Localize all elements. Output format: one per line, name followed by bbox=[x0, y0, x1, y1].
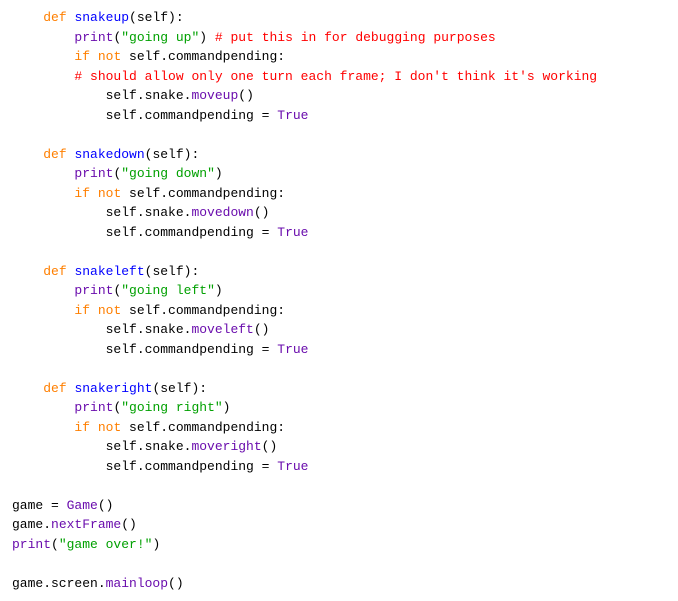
line: game = Game() bbox=[12, 498, 113, 513]
line: self.snake.moveleft() bbox=[12, 322, 269, 337]
blank-line bbox=[12, 556, 20, 571]
line: if not self.commandpending: bbox=[12, 186, 285, 201]
line: def snakedown(self): bbox=[12, 147, 199, 162]
blank-line bbox=[12, 361, 20, 376]
line: def snakeleft(self): bbox=[12, 264, 199, 279]
line: self.commandpending = True bbox=[12, 225, 308, 240]
line: def snakeright(self): bbox=[12, 381, 207, 396]
line: if not self.commandpending: bbox=[12, 420, 285, 435]
line: print("going left") bbox=[12, 283, 223, 298]
line: self.commandpending = True bbox=[12, 459, 308, 474]
line: self.snake.moveup() bbox=[12, 88, 254, 103]
blank-line bbox=[12, 244, 20, 259]
line: self.commandpending = True bbox=[12, 342, 308, 357]
line: def snakeup(self): bbox=[12, 10, 184, 25]
line: self.snake.moveright() bbox=[12, 439, 277, 454]
line: print("going up") # put this in for debu… bbox=[12, 30, 496, 45]
code-block: def snakeup(self): print("going up") # p… bbox=[12, 8, 666, 593]
line: game.nextFrame() bbox=[12, 517, 137, 532]
blank-line bbox=[12, 478, 20, 493]
line: print("going right") bbox=[12, 400, 230, 415]
line: game.screen.mainloop() bbox=[12, 576, 184, 591]
line: self.snake.movedown() bbox=[12, 205, 269, 220]
line: # should allow only one turn each frame;… bbox=[12, 69, 597, 84]
line: print("going down") bbox=[12, 166, 223, 181]
blank-line bbox=[12, 127, 20, 142]
line: print("game over!") bbox=[12, 537, 160, 552]
line: if not self.commandpending: bbox=[12, 303, 285, 318]
line: if not self.commandpending: bbox=[12, 49, 285, 64]
line: self.commandpending = True bbox=[12, 108, 308, 123]
